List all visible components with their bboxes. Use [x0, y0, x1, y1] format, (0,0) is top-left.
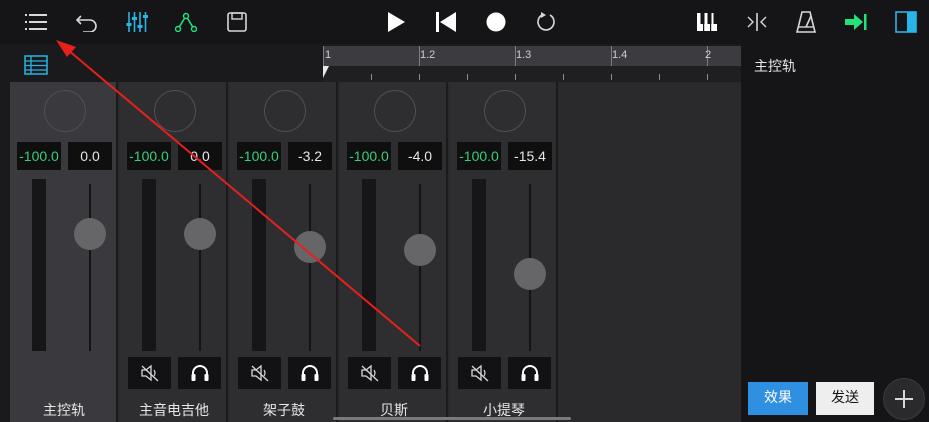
- ruler-label: 1.2: [420, 49, 436, 61]
- effects-button[interactable]: 效果: [748, 382, 808, 415]
- channel-strip: -100.0 -15.4 小提琴: [450, 82, 558, 422]
- play-icon[interactable]: [380, 6, 412, 38]
- pan-value[interactable]: -100.0: [347, 142, 391, 170]
- mute-icon: [360, 364, 378, 382]
- headphones-icon: [521, 365, 538, 381]
- top-toolbar: [0, 0, 929, 44]
- volume-fader-track[interactable]: [89, 184, 91, 351]
- solo-button[interactable]: [178, 357, 221, 389]
- volume-fader-track[interactable]: [419, 184, 421, 351]
- empty-track-area: [560, 82, 741, 422]
- menu-icon[interactable]: [20, 6, 52, 38]
- mute-button[interactable]: [238, 357, 281, 389]
- ruler-label: 1: [325, 49, 332, 61]
- export-icon[interactable]: [840, 6, 872, 38]
- level-meter: [142, 179, 156, 351]
- ruler-label: 1.3: [516, 49, 532, 61]
- level-meter: [362, 179, 376, 351]
- headphones-icon: [191, 365, 208, 381]
- piano-icon[interactable]: [691, 6, 723, 38]
- home-indicator: [333, 417, 571, 420]
- send-button[interactable]: 发送: [816, 382, 874, 415]
- level-meter: [472, 179, 486, 351]
- volume-value[interactable]: 0.0: [178, 142, 222, 170]
- channel-strip: -100.0 0.0 主音电吉他: [120, 82, 228, 422]
- automation-icon[interactable]: [170, 6, 202, 38]
- volume-fader-knob[interactable]: [404, 233, 436, 266]
- volume-fader-knob[interactable]: [514, 258, 546, 291]
- mute-button[interactable]: [458, 357, 501, 389]
- record-icon[interactable]: [480, 6, 512, 38]
- level-meter: [32, 179, 46, 351]
- plus-icon: [895, 390, 913, 408]
- mixer-icon[interactable]: [121, 6, 153, 38]
- pan-value[interactable]: -100.0: [237, 142, 281, 170]
- pan-value[interactable]: -100.0: [127, 142, 171, 170]
- mute-button[interactable]: [128, 357, 171, 389]
- mixer-panel: -100.0 0.0 主控轨 -100.0 0.0 主音电吉他 -100.0 -…: [10, 82, 741, 422]
- ruler-label: 1.4: [612, 49, 628, 61]
- solo-button[interactable]: [398, 357, 441, 389]
- headphones-icon: [411, 365, 428, 381]
- volume-fader-knob[interactable]: [184, 217, 216, 250]
- track-view-icon[interactable]: [20, 52, 52, 78]
- track-detail-panel: 主控轨 效果 发送: [741, 44, 929, 422]
- volume-fader-track[interactable]: [199, 184, 201, 351]
- level-meter: [252, 179, 266, 351]
- skip-back-icon[interactable]: [430, 6, 462, 38]
- pan-value[interactable]: -100.0: [17, 142, 61, 170]
- volume-value[interactable]: -4.0: [398, 142, 442, 170]
- pan-knob[interactable]: [44, 90, 86, 132]
- add-button[interactable]: [883, 378, 925, 420]
- pan-knob[interactable]: [264, 90, 306, 132]
- playhead-marker[interactable]: [323, 66, 329, 78]
- mute-icon: [250, 364, 268, 382]
- ruler-ticks: [323, 66, 741, 82]
- mute-icon: [140, 364, 158, 382]
- pan-value[interactable]: -100.0: [457, 142, 501, 170]
- volume-value[interactable]: -15.4: [508, 142, 552, 170]
- channel-strip: -100.0 -4.0 贝斯: [340, 82, 448, 422]
- volume-value[interactable]: -3.2: [288, 142, 332, 170]
- headphones-icon: [301, 365, 318, 381]
- solo-button[interactable]: [288, 357, 331, 389]
- pan-knob[interactable]: [154, 90, 196, 132]
- solo-button[interactable]: [508, 357, 551, 389]
- loop-icon[interactable]: [530, 6, 562, 38]
- volume-fader-track[interactable]: [309, 184, 311, 351]
- mute-button[interactable]: [348, 357, 391, 389]
- strip-name: 主控轨: [43, 403, 85, 419]
- strip-name: 主音电吉他: [139, 403, 209, 419]
- panel-toggle-icon[interactable]: [890, 6, 922, 38]
- mute-icon: [470, 364, 488, 382]
- volume-value[interactable]: 0.0: [68, 142, 112, 170]
- volume-fader-knob[interactable]: [294, 231, 326, 264]
- strip-name: 架子鼓: [263, 403, 305, 419]
- ruler-label: 2: [705, 49, 712, 61]
- ruler-bar[interactable]: [323, 46, 741, 66]
- channel-strip: -100.0 -3.2 架子鼓: [230, 82, 338, 422]
- timeline-ruler[interactable]: 1 1.2 1.3 1.4 2: [323, 46, 741, 82]
- split-icon[interactable]: [741, 6, 773, 38]
- pan-knob[interactable]: [374, 90, 416, 132]
- master-strip: -100.0 0.0 主控轨: [10, 82, 118, 422]
- pan-knob[interactable]: [484, 90, 526, 132]
- panel-title: 主控轨: [754, 59, 796, 75]
- undo-icon[interactable]: [71, 6, 103, 38]
- metronome-icon[interactable]: [790, 6, 822, 38]
- save-icon[interactable]: [221, 6, 253, 38]
- volume-fader-knob[interactable]: [74, 217, 106, 250]
